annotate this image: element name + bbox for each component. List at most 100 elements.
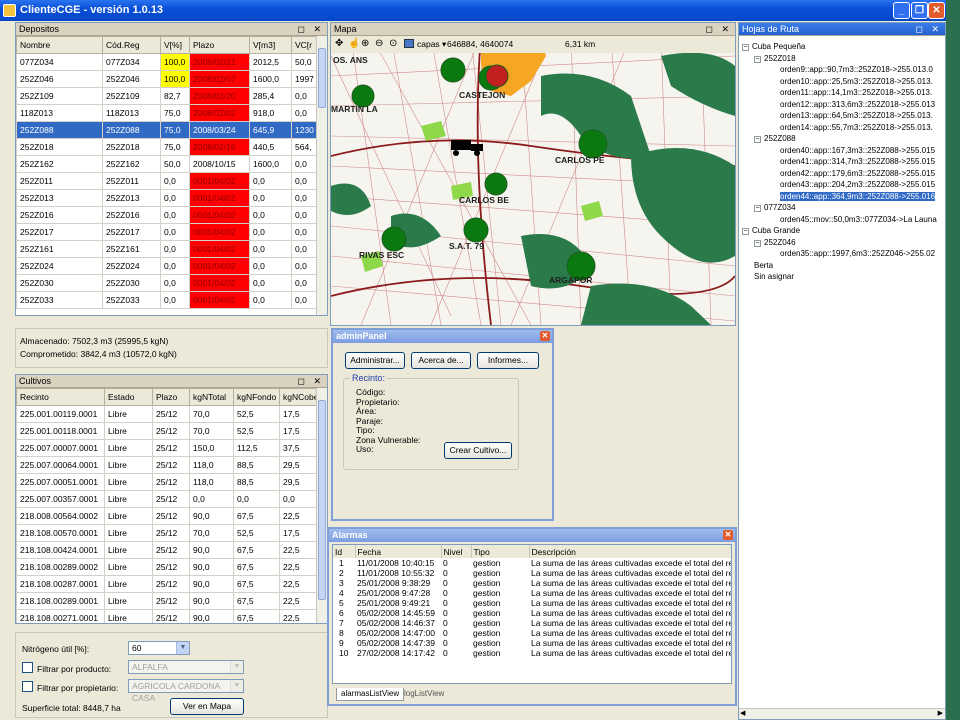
collapse-icon[interactable]: − [754, 55, 761, 63]
tree-node[interactable]: orden41::app::314,7m3::252Z088->255.015 [742, 156, 945, 168]
administrar-button[interactable]: Administrar... [345, 352, 405, 369]
tree-node[interactable]: orden42::app::179,6m3::252Z088->255.015 [742, 168, 945, 180]
depositos-column-header[interactable]: Plazo [189, 36, 250, 54]
close-icon[interactable]: ✕ [723, 530, 733, 540]
collapse-icon[interactable]: − [742, 44, 749, 51]
cultivos-row[interactable]: 218.108.00424.0001 Libre 25/12 90,0 67,5 22,5 [16, 541, 319, 559]
acerca-de-button[interactable]: Acerca de... [411, 352, 471, 369]
ver-en-mapa-button[interactable]: Ver en Mapa [170, 698, 244, 715]
cultivos-column-header[interactable]: kgNTotal [189, 388, 234, 406]
alarmas-row[interactable]: 4 25/01/2008 9:47:28 0 gestion La suma de la… [333, 588, 731, 598]
alarmas-column-header[interactable]: Id [333, 545, 356, 558]
depositos-row[interactable]: 252Z030 252Z030 0,0 0001/04/02 0,0 0,0 [16, 274, 319, 292]
collapse-icon[interactable]: − [754, 205, 761, 212]
close-button[interactable]: ✕ [928, 2, 945, 19]
chevron-right-icon[interactable]: ▶ [938, 709, 943, 717]
cultivos-row[interactable]: 225.007.00007.0001 Libre 25/12 150,0 112,5 37… [16, 439, 319, 457]
tree-node[interactable]: orden44::app::364,9m3::252Z088->255.016 [742, 191, 945, 203]
tree-node[interactable]: orden40::app::167,3m3::252Z088->255.015 [742, 145, 945, 157]
alarmas-row[interactable]: 6 05/02/2008 14:45:59 0 gestion La suma de l… [333, 608, 731, 618]
depositos-scroll-thumb[interactable] [318, 48, 326, 108]
cultivos-row[interactable]: 218.108.00271.0001 Libre 25/12 90,0 67,5 22,5 [16, 609, 319, 623]
alarmas-column-header[interactable]: Nivel [441, 545, 472, 558]
tree-node[interactable]: Sin asignar [742, 271, 945, 283]
filtrar-propietario-checkbox[interactable] [22, 681, 33, 692]
hojas-panel-buttons[interactable]: ◻ ✕ [915, 23, 942, 36]
depositos-row[interactable]: 077Z034 077Z034 100,0 2008/02/21 2012,5 50,0 [16, 53, 319, 71]
depositos-scrollbar[interactable] [316, 36, 327, 315]
hojas-hscrollbar[interactable]: ◀ ▶ [739, 708, 945, 719]
depositos-column-header[interactable]: VC[r [291, 36, 319, 54]
tree-node[interactable]: −252Z018 [742, 53, 945, 65]
alarmas-row[interactable]: 8 05/02/2008 14:47:00 0 gestion La suma de l… [333, 628, 731, 638]
informes-button[interactable]: Informes... [477, 352, 539, 369]
cultivos-row[interactable]: 225.007.00064.0001 Libre 25/12 118,0 88,5 29,… [16, 456, 319, 474]
tree-node[interactable]: −252Z088 [742, 133, 945, 145]
cultivos-column-header[interactable]: Recinto [16, 388, 105, 406]
tree-node[interactable]: −252Z046 [742, 237, 945, 249]
depositos-row[interactable]: 252Z033 252Z033 0,0 0001/04/02 0,0 0,0 [16, 291, 319, 309]
zoom-extent-icon[interactable]: ⊙ [389, 38, 397, 49]
crear-cultivo-button[interactable]: Crear Cultivo... [444, 442, 512, 459]
depositos-row[interactable]: 252Z018 252Z018 75,0 2008/02/16 440,5 564, [16, 138, 319, 156]
depositos-row[interactable]: 252Z017 252Z017 0,0 0001/04/02 0,0 0,0 [16, 223, 319, 241]
tree-node[interactable]: Berta [742, 260, 945, 272]
depositos-column-header[interactable]: V[m3] [249, 36, 292, 54]
tree-node[interactable]: orden14::app::55,7m3::252Z018->255.013. [742, 122, 945, 134]
layers-icon[interactable] [404, 39, 414, 48]
depositos-row[interactable]: 252Z011 252Z011 0,0 0001/04/02 0,0 0,0 [16, 172, 319, 190]
depositos-column-header[interactable]: Nombre [16, 36, 103, 54]
nitrogeno-select[interactable]: 60 ▼ [128, 641, 190, 655]
filtrar-producto-checkbox[interactable] [22, 662, 33, 673]
alarmas-column-header[interactable]: Tipo [471, 545, 530, 558]
hand-icon[interactable]: ☝ [348, 38, 360, 49]
tab-alarmas-list-view[interactable]: alarmasListView [336, 688, 405, 701]
cultivos-row[interactable]: 225.007.00051.0001 Libre 25/12 118,0 88,5 29,… [16, 473, 319, 491]
maximize-button[interactable]: ❐ [911, 2, 928, 19]
map-canvas[interactable]: OS. ANS CASTEJON MARTIN LA CARLOS PE CAR… [331, 36, 735, 325]
alarmas-row[interactable]: 9 05/02/2008 14:47:39 0 gestion La suma de l… [333, 638, 731, 648]
chevron-left-icon[interactable]: ◀ [740, 709, 745, 717]
depositos-row[interactable]: 252Z161 252Z161 0,0 0001/04/02 0,0 0,0 [16, 240, 319, 258]
tree-node[interactable]: − Cuba Grande [742, 225, 945, 237]
cultivos-column-header[interactable]: kgNFondo [233, 388, 280, 406]
chevron-down-icon[interactable]: ▼ [230, 661, 243, 673]
depositos-row[interactable]: 252Z013 252Z013 0,0 0001/04/02 0,0 0,0 [16, 189, 319, 207]
cultivos-row[interactable]: 225.007.00357.0001 Libre 25/12 0,0 0,0 0,0 [16, 490, 319, 508]
depositos-row[interactable]: 252Z024 252Z024 0,0 0001/04/02 0,0 0,0 [16, 257, 319, 275]
cultivos-row[interactable]: 218.008.00564.0002 Libre 25/12 90,0 67,5 22,5 [16, 507, 319, 525]
depositos-row[interactable]: 252Z016 252Z016 0,0 0001/04/02 0,0 0,0 [16, 206, 319, 224]
alarmas-row[interactable]: 3 25/01/2008 9:38:29 0 gestion La suma de la… [333, 578, 731, 588]
tree-node[interactable]: orden12::app::313,6m3::252Z018->255.013 [742, 99, 945, 111]
cultivos-row[interactable]: 218.108.00289.0002 Libre 25/12 90,0 67,5 22,5 [16, 558, 319, 576]
producto-select[interactable]: ALFALFA ▼ [128, 660, 244, 674]
depositos-column-header[interactable]: Cód.Reg [102, 36, 161, 54]
tab-log-list-view[interactable]: logListView [400, 688, 448, 701]
alarmas-row[interactable]: 5 25/01/2008 9:49:21 0 gestion La suma de la… [333, 598, 731, 608]
propietario-select[interactable]: AGRICOLA CARDONA CASA ▼ [128, 679, 244, 703]
alarmas-row[interactable]: 7 05/02/2008 14:46:37 0 gestion La suma de l… [333, 618, 731, 628]
pan-icon[interactable]: ✥ [335, 38, 343, 49]
tree-node[interactable]: orden9::app::90,7m3::252Z018->255.013.0 [742, 64, 945, 76]
alarmas-column-header[interactable]: Descripción [529, 545, 731, 558]
cultivos-row[interactable]: 218.108.00289.0001 Libre 25/12 90,0 67,5 22,5 [16, 592, 319, 610]
collapse-icon[interactable]: − [742, 228, 749, 235]
alarmas-row[interactable]: 10 27/02/2008 14:17:42 0 gestion La suma de … [333, 648, 731, 658]
collapse-icon[interactable]: − [754, 136, 761, 143]
capas-button[interactable]: capas ▾ [417, 39, 446, 50]
tree-node[interactable]: −077Z034 [742, 202, 945, 214]
cultivos-column-header[interactable]: kgNCober [279, 388, 319, 406]
collapse-icon[interactable]: − [754, 239, 761, 247]
mapa-panel-buttons[interactable]: ◻ ✕ [705, 23, 732, 36]
cultivos-column-header[interactable]: Estado [104, 388, 153, 406]
tree-node[interactable]: orden13::app::64,5m3::252Z018->255.013. [742, 110, 945, 122]
chevron-down-icon[interactable]: ▼ [230, 680, 243, 692]
cultivos-scrollbar[interactable] [316, 388, 327, 623]
tree-node[interactable]: orden45::mov::50,0m3::077Z034->La Launa [742, 214, 945, 226]
cultivos-scroll-thumb[interactable] [318, 400, 326, 600]
tree-node[interactable]: − Cuba Pequeña [742, 41, 945, 53]
cultivos-row[interactable]: 218.108.00287.0001 Libre 25/12 90,0 67,5 22,5 [16, 575, 319, 593]
depositos-column-header[interactable]: V[%] [160, 36, 190, 54]
cultivos-column-header[interactable]: Plazo [152, 388, 190, 406]
depositos-row[interactable]: 252Z046 252Z046 100,0 2008/02/07 1600,0 1997 [16, 70, 319, 88]
